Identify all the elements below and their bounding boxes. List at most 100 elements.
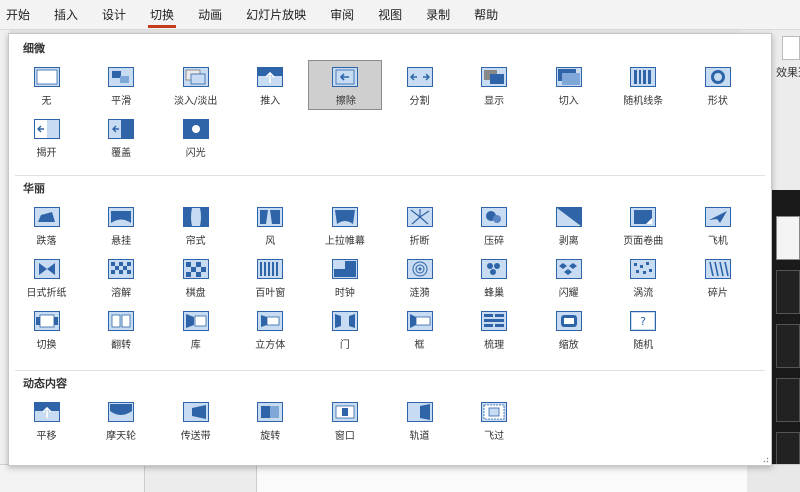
transition-option-label: 擦除: [335, 96, 356, 107]
transition-option-label: 飞过: [484, 431, 505, 442]
origami-transition-icon: [33, 259, 60, 279]
transition-option[interactable]: 分割: [383, 60, 457, 110]
transition-option[interactable]: 日式折纸: [10, 252, 84, 302]
transition-option[interactable]: 跌落: [10, 200, 84, 250]
tab-2[interactable]: 设计: [102, 1, 126, 28]
transition-option[interactable]: 切入: [532, 60, 606, 110]
random-transition-icon: ?: [630, 311, 657, 331]
transition-option-label: 压碎: [484, 236, 505, 247]
transition-option-label: 切换: [36, 340, 57, 351]
transition-option-label: 溶解: [111, 288, 132, 299]
transition-option[interactable]: 切换: [10, 304, 84, 354]
transition-option[interactable]: 碎片: [681, 252, 755, 302]
rotate-transition-icon: [257, 402, 284, 422]
transition-option[interactable]: 淡入/淡出: [159, 60, 233, 110]
transition-option[interactable]: 飞过: [457, 395, 531, 445]
transition-option-label: 闪光: [185, 148, 206, 159]
slide-thumbnail[interactable]: [776, 324, 800, 368]
svg-text:?: ?: [640, 315, 646, 328]
tab-4[interactable]: 动画: [198, 1, 222, 28]
fade-transition-icon: [182, 67, 209, 87]
transition-option-label: 悬挂: [111, 236, 132, 247]
blinds-transition-icon: [257, 259, 284, 279]
transition-option[interactable]: 溶解: [84, 252, 158, 302]
wind-transition-icon: [257, 207, 284, 227]
transition-option[interactable]: 揭开: [10, 112, 84, 162]
transition-option[interactable]: 擦除: [307, 60, 382, 110]
transition-option[interactable]: 压碎: [457, 200, 531, 250]
transition-option[interactable]: 传送带: [159, 395, 233, 445]
ripple-transition-icon: [406, 259, 433, 279]
transition-option-label: 棋盘: [185, 288, 206, 299]
transition-option[interactable]: 上拉帷幕: [308, 200, 382, 250]
transition-option[interactable]: 框: [383, 304, 457, 354]
transition-option[interactable]: 平移: [10, 395, 84, 445]
transition-option[interactable]: 显示: [457, 60, 531, 110]
transition-option[interactable]: 百叶窗: [233, 252, 307, 302]
transition-option[interactable]: 推入: [233, 60, 307, 110]
transition-option[interactable]: 无: [10, 60, 84, 110]
transition-option-label: 闪耀: [558, 288, 579, 299]
transition-option-label: 立方体: [255, 340, 286, 351]
transition-option[interactable]: 剥离: [532, 200, 606, 250]
gallery-section-title: 细微: [23, 42, 45, 55]
transition-option[interactable]: 棋盘: [159, 252, 233, 302]
transition-option-label: 页面卷曲: [623, 236, 664, 247]
tab-8[interactable]: 录制: [426, 1, 450, 28]
tab-5[interactable]: 幻灯片放映: [246, 1, 306, 28]
fracture-transition-icon: [406, 207, 433, 227]
transition-option[interactable]: ? 随机: [606, 304, 680, 354]
tab-1[interactable]: 插入: [54, 1, 78, 28]
zoom-transition-icon: [555, 311, 582, 331]
slide-thumbnail[interactable]: [776, 216, 800, 260]
transition-option[interactable]: 涟漪: [383, 252, 457, 302]
transition-option-label: 淡入/淡出: [174, 96, 218, 107]
transition-option[interactable]: 涡流: [606, 252, 680, 302]
transition-option[interactable]: 时钟: [308, 252, 382, 302]
tab-9[interactable]: 帮助: [474, 1, 498, 28]
transition-option[interactable]: 风: [233, 200, 307, 250]
transition-option[interactable]: 窗口: [308, 395, 382, 445]
switch-transition-icon: [33, 311, 60, 331]
tab-6[interactable]: 审阅: [330, 1, 354, 28]
transition-option[interactable]: 页面卷曲: [606, 200, 680, 250]
transition-option[interactable]: 飞机: [681, 200, 755, 250]
transition-option[interactable]: 库: [159, 304, 233, 354]
transition-option[interactable]: 闪光: [159, 112, 233, 162]
transition-option[interactable]: 帘式: [159, 200, 233, 250]
transition-option[interactable]: 梳理: [457, 304, 531, 354]
transition-option[interactable]: 折断: [383, 200, 457, 250]
gallery-section-title: 动态内容: [23, 377, 67, 390]
transition-option[interactable]: 蜂巢: [457, 252, 531, 302]
transition-option[interactable]: 随机线条: [606, 60, 680, 110]
curtains-transition-icon: [182, 207, 209, 227]
effect-options-button[interactable]: [782, 36, 800, 60]
transition-option[interactable]: 闪耀: [532, 252, 606, 302]
transition-option[interactable]: 平滑: [84, 60, 158, 110]
transition-option[interactable]: 门: [308, 304, 382, 354]
transition-option[interactable]: 立方体: [233, 304, 307, 354]
transition-option[interactable]: 摩天轮: [84, 395, 158, 445]
transition-option[interactable]: 缩放: [532, 304, 606, 354]
slide-thumbnail[interactable]: [776, 378, 800, 422]
box-transition-icon: [406, 311, 433, 331]
transition-option[interactable]: 覆盖: [84, 112, 158, 162]
transition-gallery: 细微无 平滑 淡入/淡出 推入 擦除 分割 显示 切入 随机线条 形状揭开 覆盖 闪光华丽跌落 悬挂 帘式…: [8, 33, 772, 466]
tab-3[interactable]: 切换: [148, 1, 177, 28]
transition-option[interactable]: 悬挂: [84, 200, 158, 250]
tab-0[interactable]: 开始: [6, 1, 30, 28]
gallery-transition-icon: [182, 311, 209, 331]
slide-thumbnail[interactable]: [776, 270, 800, 314]
transition-option[interactable]: 翻转: [84, 304, 158, 354]
gallery-section-title: 华丽: [23, 182, 45, 195]
transition-option-label: 旋转: [260, 431, 281, 442]
status-area: [0, 464, 800, 492]
transition-option[interactable]: 轨道: [383, 395, 457, 445]
transition-option-label: 覆盖: [111, 148, 132, 159]
transition-option[interactable]: 形状: [681, 60, 755, 110]
transition-option[interactable]: 旋转: [233, 395, 307, 445]
slide-thumbnails: [772, 190, 800, 492]
tab-7[interactable]: 视图: [378, 1, 402, 28]
fall-over-transition-icon: [33, 207, 60, 227]
resize-grip-icon[interactable]: [761, 455, 769, 463]
